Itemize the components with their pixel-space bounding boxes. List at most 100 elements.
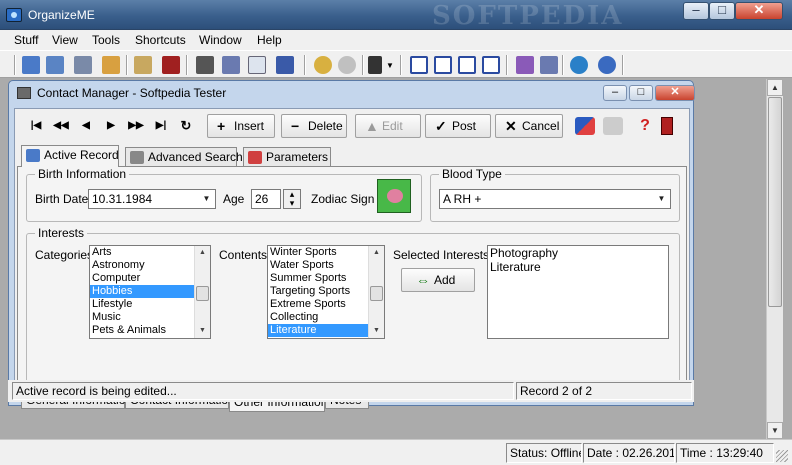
blood-type-select[interactable]: A RH + ▼ xyxy=(439,189,671,209)
tile-vertical-icon[interactable] xyxy=(434,56,452,74)
list-item[interactable]: Water Sports xyxy=(268,259,384,272)
arrange-icon[interactable] xyxy=(482,56,500,74)
menu-view[interactable]: View xyxy=(52,33,78,47)
tab-parameters[interactable]: Parameters xyxy=(243,147,331,166)
child-close-button[interactable]: ✕ xyxy=(655,85,695,101)
contact-manager-client: |◀ ◀◀ ◀ ▶ ▶▶ ▶| ↻ + Insert − Delete ▲ Edit … xyxy=(14,108,690,412)
eraser-icon[interactable] xyxy=(575,117,595,135)
list-item[interactable]: Music xyxy=(90,311,210,324)
cascade-icon[interactable] xyxy=(458,56,476,74)
menu-shortcuts[interactable]: Shortcuts xyxy=(135,33,186,47)
list-item[interactable]: Lifestyle xyxy=(90,298,210,311)
add-interest-button[interactable]: ⇔ Add xyxy=(401,268,475,292)
window-icon[interactable] xyxy=(248,56,266,74)
menu-window[interactable]: Window xyxy=(199,33,242,47)
list-item[interactable]: Winter Sports xyxy=(268,246,384,259)
list-item-selected[interactable]: Hobbies xyxy=(90,285,210,298)
print-preview-icon[interactable] xyxy=(222,56,240,74)
close-button[interactable]: ✕ xyxy=(735,2,783,20)
network-icon[interactable] xyxy=(338,56,356,74)
globe-icon[interactable] xyxy=(570,56,588,74)
list-item[interactable]: Targeting Sports xyxy=(268,285,384,298)
next-icon[interactable]: ▶ xyxy=(100,116,122,136)
scroll-up-icon[interactable]: ▲ xyxy=(369,246,384,260)
child-status-bar: Active record is being edited... Record … xyxy=(8,380,694,402)
prev-icon[interactable]: ◀ xyxy=(75,116,97,136)
selected-interests-listbox[interactable]: Photography Literature xyxy=(487,245,669,339)
resize-grip-icon[interactable] xyxy=(776,450,788,462)
list-item[interactable]: Extreme Sports xyxy=(268,298,384,311)
insert-label: Insert xyxy=(234,119,265,133)
post-button[interactable]: ✓ Post xyxy=(425,114,491,138)
age-label: Age xyxy=(223,192,245,206)
list-item[interactable]: Literature xyxy=(488,260,668,274)
add-label: Add xyxy=(434,273,456,287)
birth-date-picker[interactable]: 10.31.1984 ▼ xyxy=(88,189,216,209)
scroll-thumb[interactable] xyxy=(768,97,782,307)
scroll-up-icon[interactable]: ▲ xyxy=(195,246,210,260)
info-icon[interactable] xyxy=(598,56,616,74)
export-icon[interactable] xyxy=(368,56,382,74)
categories-listbox[interactable]: Arts Astronomy Computer Hobbies Lifestyl… xyxy=(89,245,211,339)
notes-icon[interactable] xyxy=(74,56,92,74)
toolbar-separator xyxy=(400,55,402,75)
scroll-down-icon[interactable]: ▼ xyxy=(195,324,210,338)
child-maximize-button[interactable]: □ xyxy=(629,85,653,101)
list-item[interactable]: Photography xyxy=(488,246,668,260)
chevron-down-icon[interactable]: ▼ xyxy=(654,191,669,207)
age-field[interactable]: 26 xyxy=(251,189,281,209)
help-book-icon[interactable] xyxy=(540,56,558,74)
next-page-icon[interactable]: ▶▶ xyxy=(125,116,147,136)
chevron-down-icon[interactable]: ▼ xyxy=(199,191,214,207)
printer-icon[interactable] xyxy=(196,56,214,74)
insert-button[interactable]: + Insert xyxy=(207,114,275,138)
contacts-icon[interactable] xyxy=(22,56,40,74)
scroll-thumb[interactable] xyxy=(370,286,383,301)
contents-scrollbar[interactable]: ▲ ▼ xyxy=(368,246,384,338)
list-item[interactable]: Summer Sports xyxy=(268,272,384,285)
list-item[interactable]: Computer xyxy=(90,272,210,285)
last-icon[interactable]: ▶| xyxy=(150,116,172,136)
tile-horizontal-icon[interactable] xyxy=(410,56,428,74)
refresh-icon[interactable]: ↻ xyxy=(175,116,197,136)
save-disk-icon[interactable] xyxy=(276,56,294,74)
scroll-down-icon[interactable]: ▼ xyxy=(767,422,783,439)
list-item[interactable]: Collecting xyxy=(268,311,384,324)
menu-stuff[interactable]: Stuff xyxy=(14,33,38,47)
scroll-down-icon[interactable]: ▼ xyxy=(369,324,384,338)
delete-button[interactable]: − Delete xyxy=(281,114,347,138)
maximize-button[interactable]: □ xyxy=(709,2,735,20)
calendar-icon[interactable] xyxy=(134,56,152,74)
tab-advanced-search[interactable]: Advanced Search xyxy=(125,147,243,166)
cancel-button[interactable]: ✕ Cancel xyxy=(495,114,563,138)
x-icon: ✕ xyxy=(505,118,517,134)
contacts-list-icon[interactable] xyxy=(46,56,64,74)
contents-listbox[interactable]: Winter Sports Water Sports Summer Sports… xyxy=(267,245,385,339)
list-item[interactable]: Astronomy xyxy=(90,259,210,272)
menu-help[interactable]: Help xyxy=(257,33,282,47)
exit-door-icon[interactable] xyxy=(661,117,673,135)
menu-tools[interactable]: Tools xyxy=(92,33,120,47)
categories-scrollbar[interactable]: ▲ ▼ xyxy=(194,246,210,338)
goto-icon[interactable] xyxy=(603,117,623,135)
first-icon[interactable]: |◀ xyxy=(25,116,47,136)
list-item-selected[interactable]: Literature xyxy=(268,324,384,337)
contact-manager-window: Contact Manager - Softpedia Tester – □ ✕… xyxy=(8,80,695,412)
folder-icon[interactable] xyxy=(102,56,120,74)
prev-page-icon[interactable]: ◀◀ xyxy=(50,116,72,136)
age-spinner[interactable]: ▴ ▾ xyxy=(283,189,301,209)
child-minimize-button[interactable]: – xyxy=(603,85,627,101)
book-icon[interactable] xyxy=(516,56,534,74)
minimize-button[interactable]: – xyxy=(683,2,709,20)
edit-button[interactable]: ▲ Edit xyxy=(355,114,421,138)
phone-icon[interactable] xyxy=(162,56,180,74)
tab-active-record[interactable]: Active Record xyxy=(21,145,119,167)
scroll-thumb[interactable] xyxy=(196,286,209,301)
user-icon[interactable] xyxy=(314,56,332,74)
mdi-vertical-scrollbar[interactable]: ▲ ▼ xyxy=(766,79,783,439)
scroll-up-icon[interactable]: ▲ xyxy=(767,79,783,96)
list-item[interactable]: Arts xyxy=(90,246,210,259)
list-item[interactable]: Pets & Animals xyxy=(90,324,210,337)
help-question-icon[interactable]: ? xyxy=(635,117,655,135)
dropdown-arrow-icon[interactable]: ▼ xyxy=(386,61,394,70)
